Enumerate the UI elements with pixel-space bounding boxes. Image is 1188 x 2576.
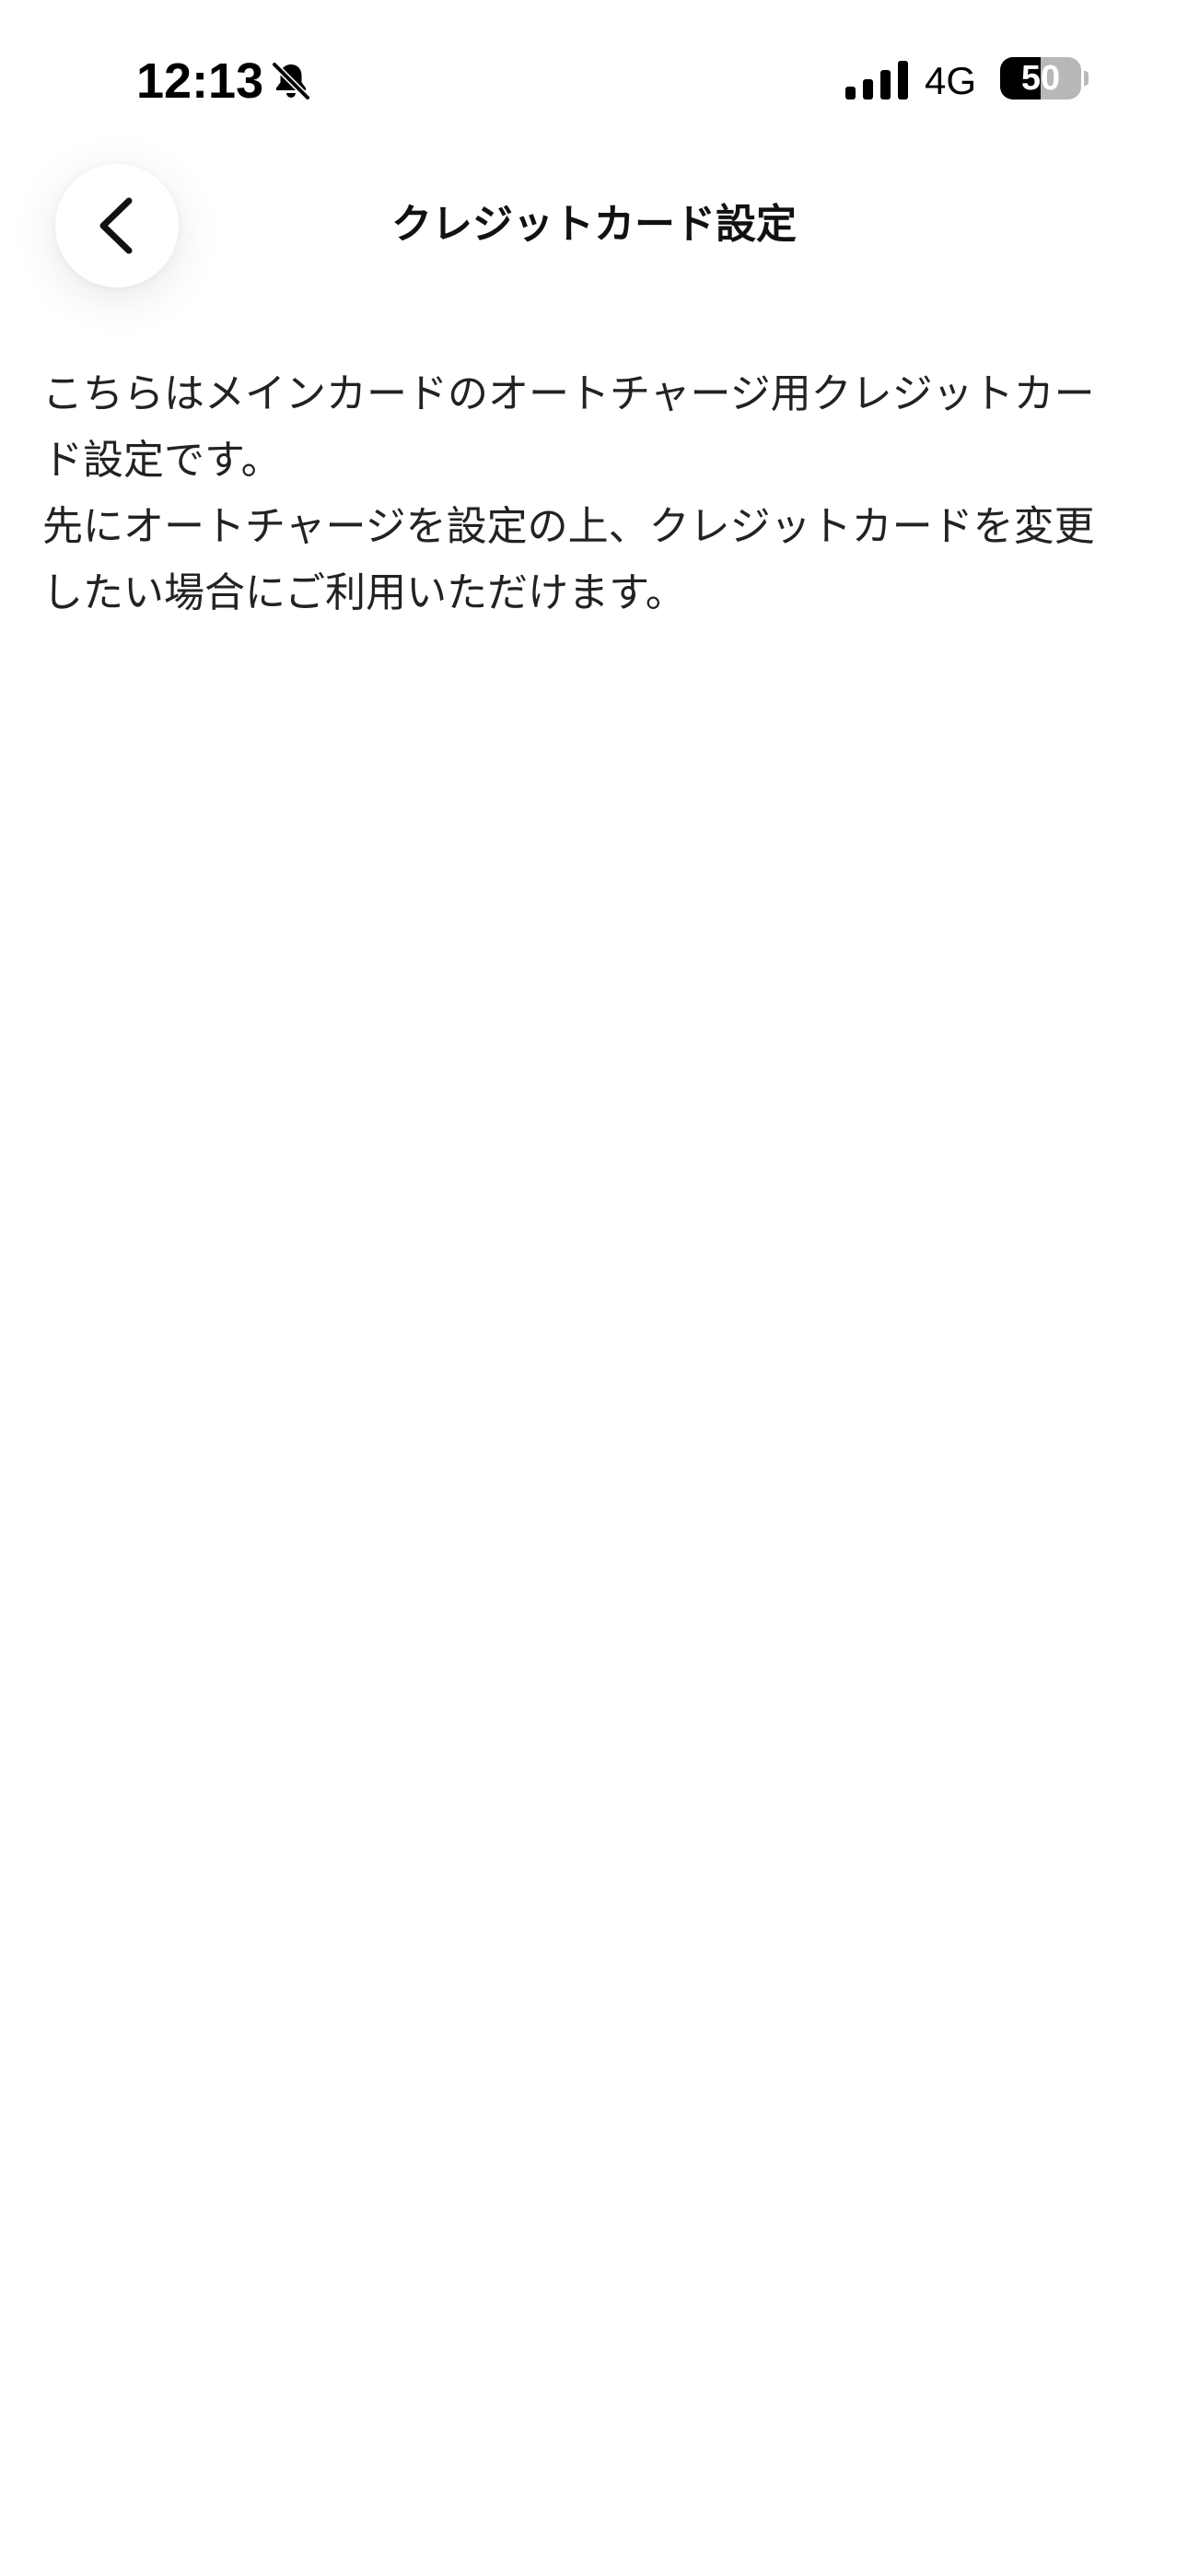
network-type: 4G: [925, 59, 977, 102]
description-text: こちらはメインカードのオートチャージ用クレジットカー ド設定です。 先にオートチ…: [42, 361, 1147, 626]
chevron-left-icon: [99, 197, 133, 254]
battery-body: 50: [1000, 57, 1081, 100]
description-line: したい場合にご利用いただけます。: [42, 569, 686, 616]
back-button[interactable]: [55, 164, 179, 287]
description-line: こちらはメインカードのオートチャージ用クレジットカー: [42, 370, 1095, 417]
bell-slash-icon: [271, 61, 311, 101]
battery-cap: [1084, 71, 1089, 86]
nav-header: クレジットカード設定: [0, 162, 1188, 291]
status-bar: 12:13 4G 50: [0, 0, 1188, 162]
page-title: クレジットカード設定: [391, 201, 797, 248]
cellular-signal-icon: [845, 61, 908, 100]
description-line: 先にオートチャージを設定の上、クレジットカードを変更: [42, 503, 1095, 550]
status-time: 12:13: [136, 53, 264, 109]
description-line: ド設定です。: [42, 437, 282, 484]
battery-level: 50: [1020, 59, 1061, 98]
battery-icon: 50: [1000, 57, 1089, 101]
